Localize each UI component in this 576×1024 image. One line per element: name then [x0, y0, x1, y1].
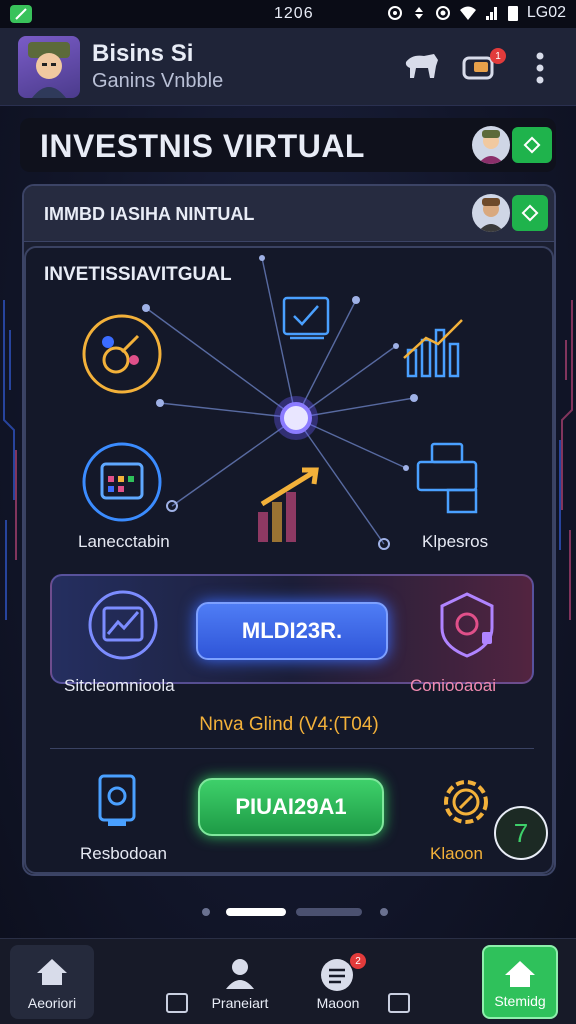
messages-icon[interactable]: 1 [460, 48, 506, 84]
status-icons: LG02 [387, 4, 566, 22]
circuit-decoration-right [559, 300, 573, 620]
battery-icon [507, 6, 518, 21]
machine-icon [416, 442, 478, 514]
calendar-dashboard-icon [82, 442, 162, 522]
checklist-document-icon [282, 296, 330, 340]
card-header-title: IMMBD IASIHA NINTUAL [44, 204, 255, 224]
diamond-icon [521, 204, 539, 222]
panel-label-right: Coniooaoai [410, 676, 497, 695]
banner-title: INVESTNIS VIRTUAL [40, 128, 365, 164]
avatar[interactable] [18, 36, 80, 98]
nav-home[interactable]: Aeoriori [10, 945, 94, 1019]
action-label-right: Klaoon [430, 844, 483, 863]
status-line: Nnva Glind (V4:(T04) [199, 714, 379, 735]
chart-card-icon[interactable] [86, 588, 160, 662]
finance-icon [82, 314, 162, 394]
person-icon [226, 959, 254, 989]
signal-icon [485, 7, 497, 20]
card-avatar[interactable] [472, 194, 510, 232]
checkbox-left[interactable] [166, 993, 188, 1013]
bottom-nav: Aeoriori Praneiart 2 Maoon Stemidg [0, 938, 576, 1024]
arrow-up-chart-icon [258, 467, 319, 542]
status-right-text: LG02 [526, 4, 566, 21]
sync-icon [414, 7, 423, 19]
nav-messages-label: Maoon [316, 995, 360, 1011]
nav-profile-label: Praneiart [211, 995, 269, 1011]
app-header: Bisins Si Ganins Vnbble 1 [0, 28, 576, 106]
divider [50, 748, 534, 749]
wifi-icon [459, 6, 476, 20]
checkbox-right[interactable] [388, 993, 410, 1013]
primary-green-button[interactable]: PIUAI29A1 [198, 778, 384, 836]
pet-icon[interactable] [402, 48, 442, 84]
gear-tool-icon[interactable] [436, 772, 496, 832]
pagination [0, 906, 576, 918]
growth-chart-icon [403, 319, 463, 378]
page-indicator-active[interactable] [226, 908, 286, 916]
more-menu-icon[interactable] [522, 48, 558, 84]
circuit-decoration-left [3, 300, 17, 620]
banner: INVESTNIS VIRTUAL [20, 118, 556, 172]
shield-icon[interactable] [430, 588, 504, 662]
nav-settings[interactable]: Stemidg [482, 945, 558, 1019]
settings-status-icon [435, 6, 450, 20]
card-action-button[interactable] [512, 195, 548, 231]
status-bar: 1206 LG02 [0, 0, 576, 28]
home-icon [37, 959, 67, 985]
banner-avatar[interactable] [472, 126, 510, 164]
nav-messages[interactable]: 2 Maoon [300, 945, 376, 1019]
action-label-left: Resbodoan [80, 844, 167, 863]
header-title: Bisins Si [92, 40, 194, 67]
nav-messages-badge: 2 [350, 953, 366, 969]
messages-badge: 1 [490, 48, 506, 64]
diamond-icon [523, 136, 541, 154]
nav-profile[interactable]: Praneiart [200, 945, 280, 1019]
app-notification-icon [10, 5, 32, 23]
network-label-left: Lanecctabin [78, 532, 170, 551]
page-dot[interactable] [380, 908, 388, 916]
inner-panel: INVETISSIAVITGUAL Lanecctabin Klpesros M… [24, 246, 554, 874]
nav-home-label: Aeoriori [27, 995, 77, 1011]
page-dot[interactable] [202, 908, 210, 916]
header-subtitle: Ganins Vnbble [92, 70, 224, 92]
status-time: 1206 [274, 5, 314, 22]
page-indicator[interactable] [296, 908, 362, 916]
network-graph [82, 255, 478, 550]
nav-settings-label: Stemidg [494, 993, 546, 1009]
floating-action-button[interactable]: 7 [494, 806, 548, 860]
banner-action-button[interactable] [512, 127, 552, 163]
highlight-panel: MLDI23R. [50, 574, 534, 684]
panel-label-left: Sitcleomnioola [64, 676, 175, 695]
location-icon [387, 6, 402, 20]
home-active-icon [505, 961, 535, 987]
network-label-right: Klpesros [422, 532, 489, 551]
card-header: IMMBD IASIHA NINTUAL [24, 186, 554, 242]
camera-device-icon[interactable] [92, 770, 142, 830]
investment-card: IMMBD IASIHA NINTUAL INVETISSIAVITGUAL L… [22, 184, 556, 876]
hub-node [280, 402, 312, 434]
primary-blue-button[interactable]: MLDI23R. [196, 602, 388, 660]
